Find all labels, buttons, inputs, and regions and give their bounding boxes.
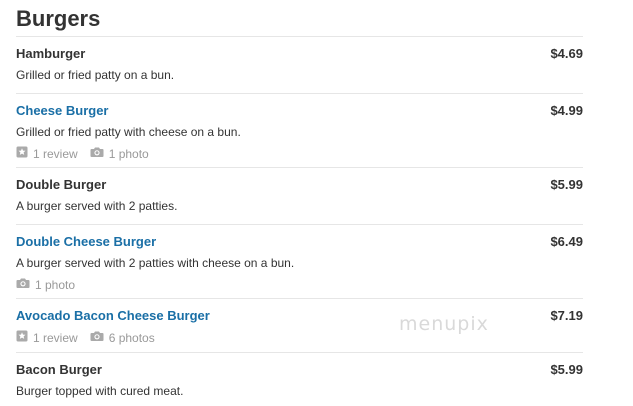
item-price: $7.19 bbox=[550, 308, 583, 323]
photo-count: 1 photo bbox=[35, 277, 76, 292]
review-count: 1 review bbox=[33, 146, 78, 161]
menu-item-bacon-burger: Bacon Burger $5.99 Burger topped with cu… bbox=[16, 353, 583, 405]
photo-link[interactable]: 6 photos bbox=[90, 330, 155, 346]
item-price: $5.99 bbox=[550, 362, 583, 377]
menu-item-avocado-bacon-cheese-burger: Avocado Bacon Cheese Burger $7.19 1 revi… bbox=[16, 299, 583, 353]
item-meta: 1 review 6 photos bbox=[16, 330, 583, 346]
item-description: Burger topped with cured meat. bbox=[16, 384, 184, 398]
item-name: Bacon Burger bbox=[16, 362, 102, 377]
menu-item-double-cheese-burger: Double Cheese Burger $6.49 A burger serv… bbox=[16, 225, 583, 299]
photo-count: 6 photos bbox=[108, 330, 155, 345]
menu-item-cheese-burger: Cheese Burger $4.99 Grilled or fried pat… bbox=[16, 94, 583, 168]
review-link[interactable]: 1 review bbox=[16, 146, 78, 162]
item-price: $4.99 bbox=[550, 103, 583, 118]
item-price: $5.99 bbox=[550, 177, 583, 192]
item-price: $6.49 bbox=[550, 234, 583, 249]
item-name: Hamburger bbox=[16, 46, 86, 61]
item-name-link[interactable]: Double Cheese Burger bbox=[16, 234, 156, 250]
photo-link[interactable]: 1 photo bbox=[16, 277, 75, 293]
camera-icon bbox=[90, 330, 104, 346]
menu-item-hamburger: Hamburger $4.69 Grilled or fried patty o… bbox=[16, 37, 583, 94]
review-link[interactable]: 1 review bbox=[16, 330, 78, 346]
item-price: $4.69 bbox=[550, 46, 583, 61]
review-star-icon bbox=[16, 146, 28, 162]
item-meta: 1 photo bbox=[16, 277, 583, 293]
item-name-link[interactable]: Cheese Burger bbox=[16, 103, 108, 119]
photo-link[interactable]: 1 photo bbox=[90, 146, 149, 162]
item-description: A burger served with 2 patties. bbox=[16, 199, 178, 213]
menu-section: Burgers Hamburger $4.69 Grilled or fried… bbox=[16, 0, 583, 405]
review-count: 1 review bbox=[33, 330, 78, 345]
section-title: Burgers bbox=[16, 0, 583, 37]
watermark-logo: menupix bbox=[399, 313, 489, 335]
item-name: Double Burger bbox=[16, 177, 107, 192]
item-description: Grilled or fried patty with cheese on a … bbox=[16, 125, 241, 139]
menu-item-double-burger: Double Burger $5.99 A burger served with… bbox=[16, 168, 583, 225]
photo-count: 1 photo bbox=[108, 146, 149, 161]
item-description: A burger served with 2 patties with chee… bbox=[16, 256, 295, 270]
item-description: Grilled or fried patty on a bun. bbox=[16, 68, 175, 82]
camera-icon bbox=[90, 146, 104, 162]
item-name-link[interactable]: Avocado Bacon Cheese Burger bbox=[16, 308, 210, 324]
review-star-icon bbox=[16, 330, 28, 346]
camera-icon bbox=[16, 277, 30, 293]
item-meta: 1 review 1 photo bbox=[16, 146, 583, 162]
